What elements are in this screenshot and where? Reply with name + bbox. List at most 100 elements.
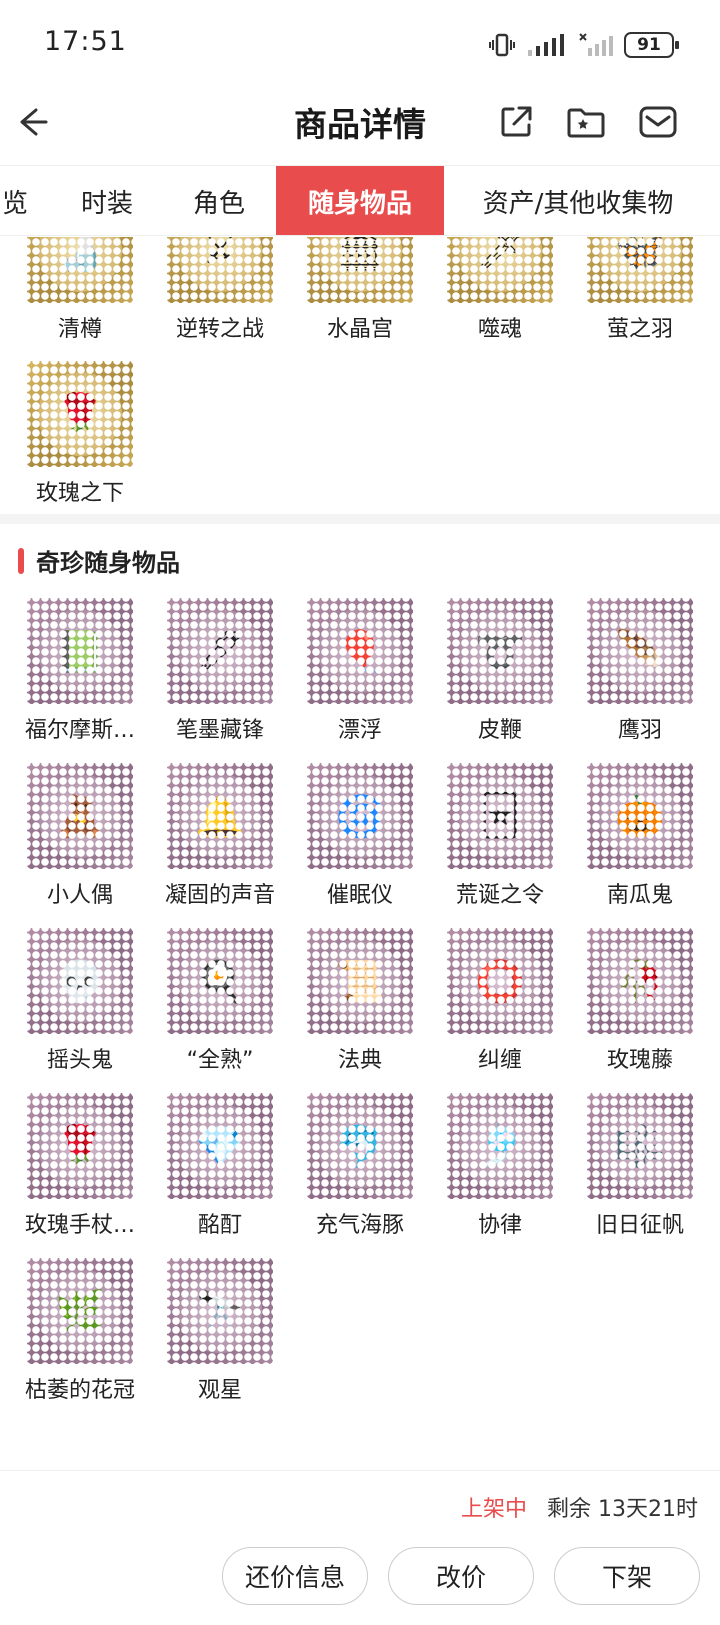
stamp-image: 🍳 bbox=[167, 928, 273, 1034]
rare-item[interactable]: 🎃 南瓜鬼 bbox=[570, 763, 710, 909]
header: 商品详情 bbox=[0, 88, 720, 166]
delist-button[interactable]: 下架 bbox=[554, 1547, 700, 1605]
folder-star-icon bbox=[567, 108, 605, 138]
vibrate-icon bbox=[489, 33, 515, 57]
stamp-image: 🍶 bbox=[27, 237, 133, 303]
item-label: 催眠仪 bbox=[326, 883, 393, 908]
stamp-image: 🖋 bbox=[167, 598, 273, 704]
section-accent-bar bbox=[18, 547, 24, 574]
status-bar: 17:51 91 bbox=[0, 0, 720, 88]
item-label: 旧日征帆 bbox=[595, 1213, 684, 1238]
item-label: 玫瑰手杖… bbox=[24, 1213, 135, 1238]
rare-item[interactable]: 💀 摇头鬼 bbox=[10, 928, 150, 1074]
rare-item[interactable]: 🪶 鹰羽 bbox=[570, 598, 710, 744]
rare-item[interactable]: 🍳 “全熟” bbox=[150, 928, 290, 1074]
gold-item[interactable]: 🗡 噬魂 bbox=[430, 237, 570, 343]
rare-item[interactable]: 🌀 催眠仪 bbox=[290, 763, 430, 909]
stamp-image: 🪶 bbox=[587, 598, 693, 704]
item-label: 萤之羽 bbox=[606, 317, 673, 342]
item-list: 🍶 清樽 ⚔ 逆转之战 🏛 水晶宫 🗡 噬魂 🦋 萤之羽 🌹 玫瑰之下 奇珍随身… bbox=[0, 237, 720, 1470]
share-button[interactable] bbox=[494, 100, 538, 144]
item-label: 荒诞之令 bbox=[455, 883, 544, 908]
gold-item[interactable]: 🍶 清樽 bbox=[10, 237, 150, 343]
item-label: “全熟” bbox=[186, 1048, 254, 1073]
rare-item[interactable]: 📗 福尔摩斯… bbox=[10, 598, 150, 744]
bargain-info-button[interactable]: 还价信息 bbox=[222, 1547, 368, 1605]
rare-item[interactable]: 🌿 枯萎的花冠 bbox=[10, 1258, 150, 1404]
stamp-image: ⚔ bbox=[167, 237, 273, 303]
rare-item[interactable]: 🃏 荒诞之令 bbox=[430, 763, 570, 909]
gold-item[interactable]: 🌹 玫瑰之下 bbox=[10, 361, 150, 507]
stamp-image: 🏛 bbox=[307, 237, 413, 303]
stamp-image: ⭕ bbox=[447, 928, 553, 1034]
item-label: 笔墨藏锋 bbox=[175, 718, 264, 743]
rare-item[interactable]: 🎼 旧日征帆 bbox=[570, 1093, 710, 1239]
rare-item[interactable]: 🔭 观星 bbox=[150, 1258, 290, 1404]
signal-icon bbox=[528, 34, 564, 56]
stamp-image: 🧸 bbox=[27, 763, 133, 869]
gold-item[interactable]: ⚔ 逆转之战 bbox=[150, 237, 290, 343]
stamp-image: 🔔 bbox=[167, 763, 273, 869]
tab-characters[interactable]: 角色 bbox=[164, 166, 274, 235]
item-label: 酩酊 bbox=[197, 1213, 242, 1238]
item-label: 协律 bbox=[477, 1213, 522, 1238]
change-price-button[interactable]: 改价 bbox=[388, 1547, 534, 1605]
rare-item[interactable]: 🐬 充气海豚 bbox=[290, 1093, 430, 1239]
gold-item[interactable]: 🏛 水晶宫 bbox=[290, 237, 430, 343]
section-title-text: 奇珍随身物品 bbox=[36, 549, 180, 577]
stamp-image: 📜 bbox=[307, 928, 413, 1034]
rare-item[interactable]: 💎 酩酊 bbox=[150, 1093, 290, 1239]
stamp-image: 🎐 bbox=[447, 1093, 553, 1199]
stamp-image: 💀 bbox=[27, 928, 133, 1034]
tab-assets-collectibles[interactable]: 资产/其他收集物 bbox=[458, 166, 698, 235]
page-title: 商品详情 bbox=[294, 105, 426, 144]
rare-item[interactable]: ⭕ 纠缠 bbox=[430, 928, 570, 1074]
stamp-image: 🥀 bbox=[587, 928, 693, 1034]
status-time: 17:51 bbox=[44, 26, 127, 57]
item-label: 玫瑰藤 bbox=[606, 1048, 673, 1073]
stamp-image: 🔭 bbox=[167, 1258, 273, 1364]
stamp-image: 🐬 bbox=[307, 1093, 413, 1199]
rare-item[interactable]: 🧸 小人偶 bbox=[10, 763, 150, 909]
stamp-image: 🎈 bbox=[307, 598, 413, 704]
favorite-folder-button[interactable] bbox=[564, 100, 608, 144]
remaining-time: 剩余 13天21时 bbox=[547, 1497, 698, 1522]
item-label: 皮鞭 bbox=[477, 718, 522, 743]
status-icons: 91 bbox=[488, 28, 679, 62]
section-title: 奇珍随身物品 bbox=[18, 543, 180, 578]
stamp-image: 🌹 bbox=[27, 361, 133, 467]
item-label: 鹰羽 bbox=[617, 718, 662, 743]
stamp-image: ➰ bbox=[447, 598, 553, 704]
stamp-image: 🦋 bbox=[587, 237, 693, 303]
tab-overview[interactable]: 览 bbox=[0, 166, 28, 235]
item-label: 纠缠 bbox=[477, 1048, 522, 1073]
item-label: 水晶宫 bbox=[326, 317, 393, 342]
message-button[interactable] bbox=[636, 100, 680, 144]
signal-no-service-icon bbox=[579, 33, 613, 56]
battery-icon: 91 bbox=[624, 32, 679, 58]
stamp-image: 🎼 bbox=[587, 1093, 693, 1199]
item-label: 福尔摩斯… bbox=[24, 718, 135, 743]
mail-icon bbox=[639, 106, 677, 138]
item-label: 清樽 bbox=[57, 317, 102, 342]
rare-item[interactable]: 🖋 笔墨藏锋 bbox=[150, 598, 290, 744]
gold-item[interactable]: 🦋 萤之羽 bbox=[570, 237, 710, 343]
item-label: 逆转之战 bbox=[175, 317, 264, 342]
stamp-image: 🌿 bbox=[27, 1258, 133, 1364]
rare-item[interactable]: 📜 法典 bbox=[290, 928, 430, 1074]
stamp-image: 🃏 bbox=[447, 763, 553, 869]
rare-item[interactable]: 🌹 玫瑰手杖… bbox=[10, 1093, 150, 1239]
section-divider bbox=[0, 514, 720, 524]
item-label: 凝固的声音 bbox=[164, 883, 275, 908]
listing-status: 上架中 剩余 13天21时 bbox=[461, 1491, 698, 1523]
rare-item[interactable]: 🔔 凝固的声音 bbox=[150, 763, 290, 909]
rare-item[interactable]: 🥀 玫瑰藤 bbox=[570, 928, 710, 1074]
rare-item[interactable]: 🎐 协律 bbox=[430, 1093, 570, 1239]
stamp-image: 🌹 bbox=[27, 1093, 133, 1199]
item-label: 观星 bbox=[197, 1378, 242, 1403]
rare-item[interactable]: 🎈 漂浮 bbox=[290, 598, 430, 744]
rare-item[interactable]: ➰ 皮鞭 bbox=[430, 598, 570, 744]
tab-fashion[interactable]: 时装 bbox=[52, 166, 162, 235]
item-label: 法典 bbox=[337, 1048, 382, 1073]
tab-accessories[interactable]: 随身物品 bbox=[276, 166, 444, 235]
